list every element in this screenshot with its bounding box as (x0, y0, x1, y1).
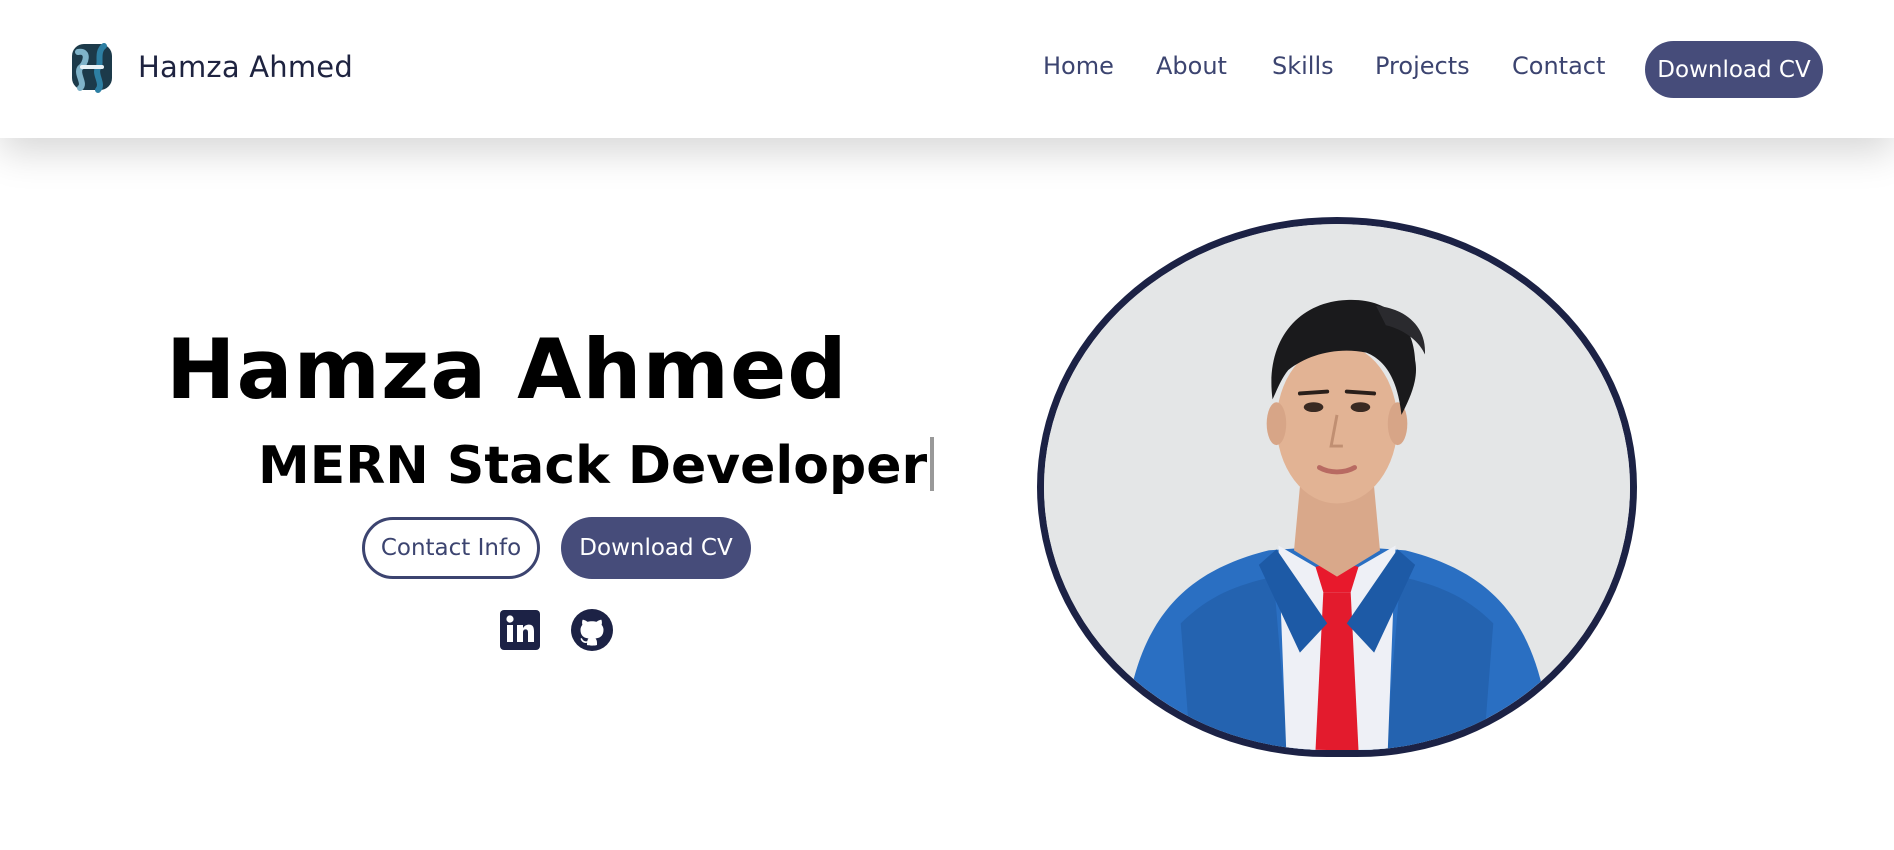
hero-download-cv-button[interactable]: Download CV (561, 517, 751, 579)
typing-caret (930, 437, 935, 491)
profile-photo (1037, 217, 1637, 757)
brand-name: Hamza Ahmed (138, 50, 353, 84)
nav-home[interactable]: Home (1043, 52, 1114, 80)
linkedin-link[interactable] (498, 608, 542, 652)
hero-role: MERN Stack Developer (258, 432, 935, 500)
github-icon (571, 609, 613, 651)
nav-skills[interactable]: Skills (1272, 52, 1334, 80)
profile-photo-illustration (1044, 224, 1630, 750)
hero-name: Hamza Ahmed (166, 321, 848, 418)
linkedin-icon (500, 610, 540, 650)
brand[interactable]: Hamza Ahmed (68, 40, 353, 94)
header-download-cv-button[interactable]: Download CV (1645, 41, 1823, 98)
github-link[interactable] (570, 608, 614, 652)
nav-projects[interactable]: Projects (1375, 52, 1470, 80)
brand-logo-icon (72, 43, 112, 93)
hero-role-text: MERN Stack Developer (258, 436, 928, 496)
navbar: Hamza Ahmed Home About Skills Projects C… (0, 0, 1894, 138)
nav-about[interactable]: About (1156, 52, 1227, 80)
contact-info-button[interactable]: Contact Info (362, 517, 540, 579)
nav-contact[interactable]: Contact (1512, 52, 1605, 80)
